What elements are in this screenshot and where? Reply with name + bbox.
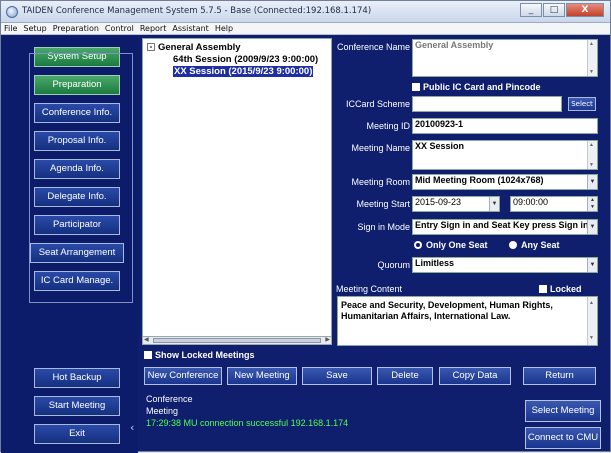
scrollbar[interactable]: ▲ ▼ <box>587 141 597 169</box>
scrollbar[interactable]: ▲ ▼ <box>587 297 597 345</box>
window-title: TAIDEN Conference Management System 5.7.… <box>22 6 372 16</box>
app-icon <box>6 6 18 18</box>
chevron-down-icon[interactable]: ▼ <box>587 258 597 272</box>
select-button[interactable]: Select <box>568 97 596 111</box>
conference-name-field[interactable]: General Assembly ▲ ▼ <box>412 39 598 77</box>
quorum-select[interactable]: Limitless ▼ <box>412 257 598 273</box>
new-conference-button[interactable]: New Conference <box>144 367 222 385</box>
hot-backup-button[interactable]: Hot Backup <box>34 368 120 388</box>
tree-horizontal-scrollbar[interactable]: ◀ ▶ <box>142 336 332 345</box>
minimize-button[interactable]: _ <box>520 3 542 17</box>
signin-mode-select[interactable]: Entry Sign in and Seat Key press Sign in… <box>412 219 598 235</box>
radio-icon[interactable] <box>509 241 517 249</box>
sidebar-item-agenda-info[interactable]: Agenda Info. <box>34 159 120 179</box>
scrollbar-thumb[interactable] <box>153 338 321 343</box>
sidebar-item-seat-arrangement[interactable]: Seat Arrangement <box>30 243 124 263</box>
meeting-name-label: Meeting Name <box>351 143 410 153</box>
scrollbar[interactable]: ▲ ▼ <box>587 40 597 76</box>
menu-bar: File Setup Preparation Control Report As… <box>1 23 610 35</box>
public-ic-checkbox[interactable]: Public IC Card and Pincode <box>412 82 541 92</box>
menu-help[interactable]: Help <box>215 24 233 33</box>
copy-data-button[interactable]: Copy Data <box>439 367 511 385</box>
status-log: 17:29:38 MU connection successful 192.16… <box>146 418 349 428</box>
meeting-room-label: Meeting Room <box>351 177 410 187</box>
any-seat-radio[interactable]: Any Seat <box>509 240 560 250</box>
tree-root[interactable]: - General Assembly <box>147 42 241 53</box>
chevron-down-icon[interactable]: ▼ <box>587 175 597 189</box>
meeting-name-field[interactable]: XX Session ▲ ▼ <box>412 140 598 170</box>
checkbox-icon[interactable] <box>539 285 547 293</box>
status-conference: Conference <box>146 394 193 404</box>
close-button[interactable]: X <box>566 3 604 17</box>
signin-mode-label: Sign in Mode <box>357 222 410 232</box>
meeting-id-label: Meeting ID <box>366 121 410 131</box>
exit-button[interactable]: Exit <box>34 424 120 444</box>
spinner-icon[interactable]: ▲ ▼ <box>587 197 597 211</box>
maximize-button[interactable]: □ <box>543 3 565 17</box>
iccard-scheme-field[interactable] <box>412 96 562 112</box>
menu-control[interactable]: Control <box>105 24 134 33</box>
menu-preparation[interactable]: Preparation <box>53 24 99 33</box>
show-locked-checkbox[interactable]: Show Locked Meetings <box>144 350 255 360</box>
quorum-label: Quorum <box>377 260 410 270</box>
save-button[interactable]: Save <box>302 367 372 385</box>
meeting-room-select[interactable]: Mid Meeting Room (1024x768) ▼ <box>412 174 598 190</box>
iccard-scheme-label: ICCard Scheme <box>345 99 410 109</box>
only-one-seat-radio[interactable]: Only One Seat <box>414 240 488 250</box>
sidebar-item-conference-info[interactable]: Conference Info. <box>34 103 120 123</box>
chevron-left-icon[interactable]: ‹ <box>130 421 134 434</box>
sidebar-item-proposal-info[interactable]: Proposal Info. <box>34 131 120 151</box>
select-meeting-button[interactable]: Select Meeting <box>525 400 601 422</box>
checkbox-icon[interactable] <box>412 83 420 91</box>
preparation-button[interactable]: Preparation <box>34 75 120 95</box>
scroll-left-icon[interactable]: ◀ <box>144 336 149 343</box>
menu-assistant[interactable]: Assistant <box>172 24 208 33</box>
meeting-content-label: Meeting Content <box>336 284 403 294</box>
meeting-tree[interactable]: - General Assembly 64th Session (2009/9/2… <box>142 38 332 343</box>
status-meeting: Meeting <box>146 406 179 416</box>
radio-selected-icon[interactable] <box>414 241 422 249</box>
meeting-start-date[interactable]: 2015-09-23 ▼ <box>412 196 500 212</box>
meeting-content-field[interactable]: Peace and Security, Development, Human R… <box>337 296 598 346</box>
conference-name-label: Conference Name <box>336 42 410 52</box>
meeting-start-label: Meeting Start <box>356 199 410 209</box>
locked-checkbox[interactable]: Locked <box>539 284 582 294</box>
connect-to-cmu-button[interactable]: Connect to CMU <box>525 427 601 449</box>
sidebar-item-participator[interactable]: Participator <box>34 215 120 235</box>
meeting-id-field[interactable]: 20100923-1 <box>412 118 598 134</box>
menu-report[interactable]: Report <box>140 24 167 33</box>
new-meeting-button[interactable]: New Meeting <box>227 367 297 385</box>
chevron-down-icon[interactable]: ▼ <box>489 197 499 211</box>
delete-button[interactable]: Delete <box>377 367 433 385</box>
return-button[interactable]: Return <box>523 367 596 385</box>
scroll-right-icon[interactable]: ▶ <box>325 336 330 343</box>
app-window: TAIDEN Conference Management System 5.7.… <box>0 0 611 453</box>
start-meeting-button[interactable]: Start Meeting <box>34 396 120 416</box>
menu-setup[interactable]: Setup <box>23 24 46 33</box>
tree-item-selected[interactable]: XX Session (2015/9/23 9:00:00) <box>173 66 314 77</box>
menu-file[interactable]: File <box>4 24 17 33</box>
chevron-down-icon[interactable]: ▼ <box>587 220 597 234</box>
meeting-start-time[interactable]: 09:00:00 ▲ ▼ <box>510 196 598 212</box>
checkbox-icon[interactable] <box>144 351 152 359</box>
tree-item[interactable]: 64th Session (2009/9/23 9:00:00) <box>173 54 318 65</box>
status-panel: Conference Meeting 17:29:38 MU connectio… <box>142 393 525 449</box>
sidebar-item-delegate-info[interactable]: Delegate Info. <box>34 187 120 207</box>
sidebar-item-ic-card-manage[interactable]: IC Card Manage. <box>34 271 120 291</box>
collapse-icon[interactable]: - <box>147 43 155 51</box>
title-bar: TAIDEN Conference Management System 5.7.… <box>1 1 610 23</box>
